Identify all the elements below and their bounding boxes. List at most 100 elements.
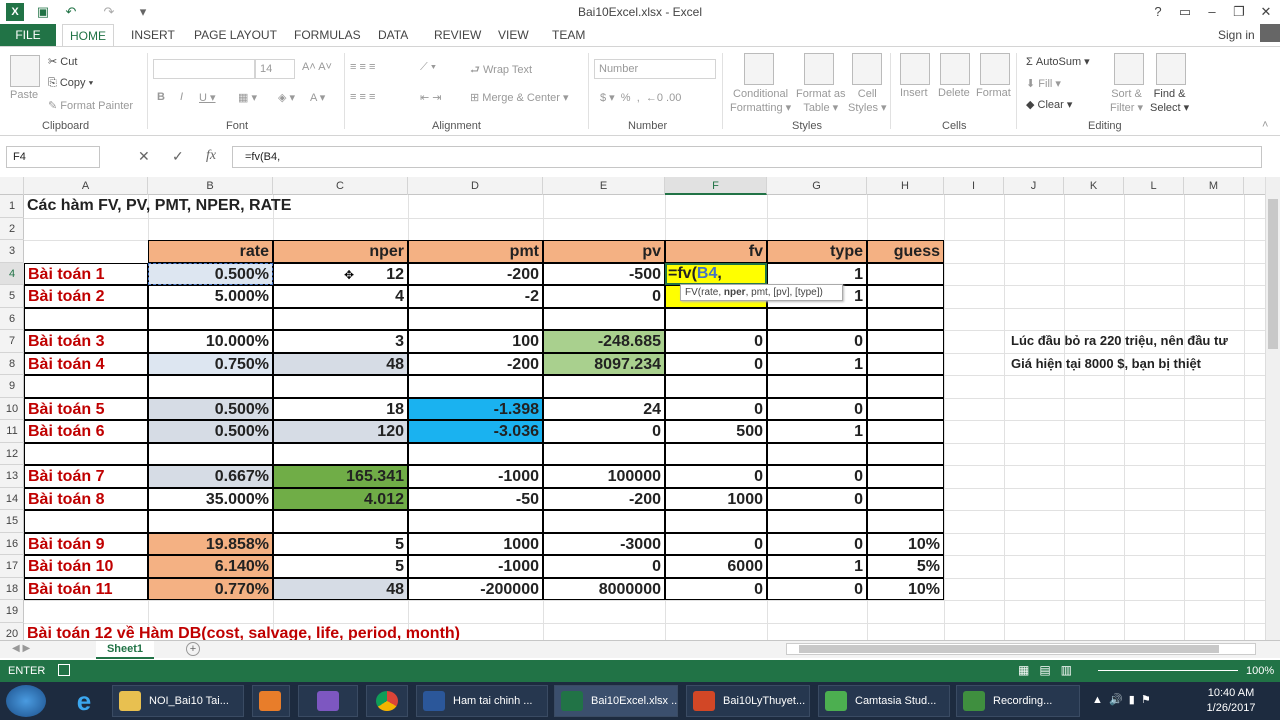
row-label[interactable]: Bài toán 9 [24,532,148,555]
new-sheet-icon[interactable]: + [186,642,200,656]
horizontal-scrollbar[interactable] [786,643,1256,655]
col-header-c[interactable]: C [273,177,408,195]
cancel-icon[interactable]: ✕ [138,148,150,165]
cell-fv[interactable]: 0 [665,465,767,488]
tab-insert[interactable]: INSERT [131,28,175,42]
cell-fv[interactable]: 0 [665,532,767,555]
tab-page-layout[interactable]: PAGE LAYOUT [194,28,277,42]
ribbon-display-icon[interactable]: ▭ [1173,2,1197,22]
cell-styles-icon[interactable] [852,53,882,85]
cell-guess[interactable]: 5% [867,555,944,578]
insert-cells-icon[interactable] [900,53,930,85]
start-button[interactable] [6,685,46,717]
cell-fv[interactable]: 0 [665,577,767,600]
header-fv[interactable]: fv [665,240,767,263]
cell-nper[interactable]: 5 [273,555,408,578]
note-line-2[interactable]: Giá hiện tại 8000 $, bạn bị thiệt [1008,353,1265,376]
cell-pv[interactable]: -500 [543,262,665,285]
cell-pv[interactable]: 100000 [543,465,665,488]
cell-rate[interactable]: 5.000% [148,285,273,308]
format-cells-button[interactable]: Format [976,87,1011,99]
row-header-6[interactable]: 6 [0,308,24,330]
fill-button[interactable]: ⬇ Fill ▾ [1026,77,1061,90]
cell-pmt[interactable]: 100 [408,330,543,353]
header-type[interactable]: type [767,240,867,263]
sort-filter-button[interactable]: Sort & Filter ▾ [1110,87,1143,115]
cell-rate[interactable]: 0.500% [148,420,273,443]
col-header-i[interactable]: I [944,177,1004,195]
taskbar-item-vs[interactable] [298,685,358,717]
taskbar-item-chrome[interactable] [366,685,408,717]
row-header-15[interactable]: 15 [0,510,24,533]
vertical-scrollbar[interactable] [1265,177,1280,640]
zoom-slider[interactable] [1098,670,1238,671]
cell-nper[interactable]: 4 [273,285,408,308]
fill-color-button[interactable]: ◈ ▾ [278,91,295,104]
formula-input[interactable]: =fv(B4, [232,146,1262,168]
sheet-nav-icon[interactable]: ◀ ▶ [12,643,30,654]
scroll-thumb[interactable] [1268,199,1278,349]
empty-cell[interactable] [24,307,148,330]
empty-cell[interactable] [148,307,273,330]
number-format-combo[interactable]: Number [594,59,716,79]
cell-guess[interactable] [867,330,944,353]
taskbar-item-camtasia[interactable]: Camtasia Stud... [818,685,950,717]
cell-guess[interactable] [867,285,944,308]
note-line-1[interactable]: Lúc đầu bỏ ra 220 triệu, nên đầu tư [1008,330,1265,353]
row-label[interactable]: Bài toán 10 [24,555,148,578]
cell-guess[interactable] [867,262,944,285]
empty-cell[interactable] [24,375,148,398]
row20-title[interactable]: Bài toán 12 về Hàm DB(cost, salvage, lif… [24,623,624,641]
taskbar-item-excel[interactable]: Bai10Excel.xlsx ... [554,685,678,717]
row-header-2[interactable]: 2 [0,218,24,240]
cell-guess[interactable] [867,397,944,420]
cell-nper[interactable]: 5 [273,532,408,555]
cell-pv[interactable]: 0 [543,555,665,578]
cell-rate[interactable]: 0.770% [148,577,273,600]
merge-center-button[interactable]: ⊞ Merge & Center ▾ [470,91,569,104]
col-header-b[interactable]: B [148,177,273,195]
cell-type[interactable]: 0 [767,330,867,353]
help-button[interactable]: ? [1146,2,1170,22]
col-header-g[interactable]: G [767,177,867,195]
col-header-m[interactable]: M [1184,177,1244,195]
row-label[interactable]: Bài toán 7 [24,465,148,488]
view-buttons-icon[interactable]: ▦ ▤ ▥ [1018,663,1072,677]
paste-icon[interactable] [10,55,40,87]
sheet-title[interactable]: Các hàm FV, PV, PMT, NPER, RATE [24,195,524,218]
italic-button[interactable]: I [180,91,183,103]
cell-rate[interactable]: 6.140% [148,555,273,578]
cell-type[interactable]: 1 [767,352,867,375]
col-header-l[interactable]: L [1124,177,1184,195]
cell-pmt[interactable]: -200 [408,262,543,285]
tab-team[interactable]: TEAM [552,28,585,42]
cell-pmt[interactable]: -1000 [408,555,543,578]
paste-button[interactable]: Paste [10,89,38,101]
taskbar-item-folder[interactable]: NOI_Bai10 Tai... [112,685,244,717]
cell-pv[interactable]: -3000 [543,532,665,555]
select-all-corner[interactable] [0,177,24,195]
cell-guess[interactable] [867,352,944,375]
empty-cell[interactable] [408,307,543,330]
row-header-17[interactable]: 17 [0,555,24,578]
cell-nper[interactable]: 3 [273,330,408,353]
empty-cell[interactable] [543,375,665,398]
delete-cells-icon[interactable] [940,53,970,85]
cell-type[interactable]: 0 [767,465,867,488]
row-header-19[interactable]: 19 [0,600,24,623]
cell-styles-button[interactable]: Cell Styles ▾ [848,87,887,115]
empty-cell[interactable] [273,375,408,398]
font-size-combo[interactable]: 14 [255,59,295,79]
grow-font-icon[interactable]: A˄ A˅ [302,61,332,73]
insert-function-icon[interactable]: fx [206,148,216,164]
account-icon[interactable] [1260,24,1280,42]
row-header-12[interactable]: 12 [0,443,24,465]
col-header-j[interactable]: J [1004,177,1064,195]
bold-button[interactable]: B [157,91,165,103]
row-header-4[interactable]: 4 [0,262,24,285]
empty-cell[interactable] [148,442,273,465]
cell-fv[interactable]: 0 [665,397,767,420]
font-name-combo[interactable] [153,59,255,79]
borders-button[interactable]: ▦ ▾ [238,91,257,104]
row-header-13[interactable]: 13 [0,465,24,488]
